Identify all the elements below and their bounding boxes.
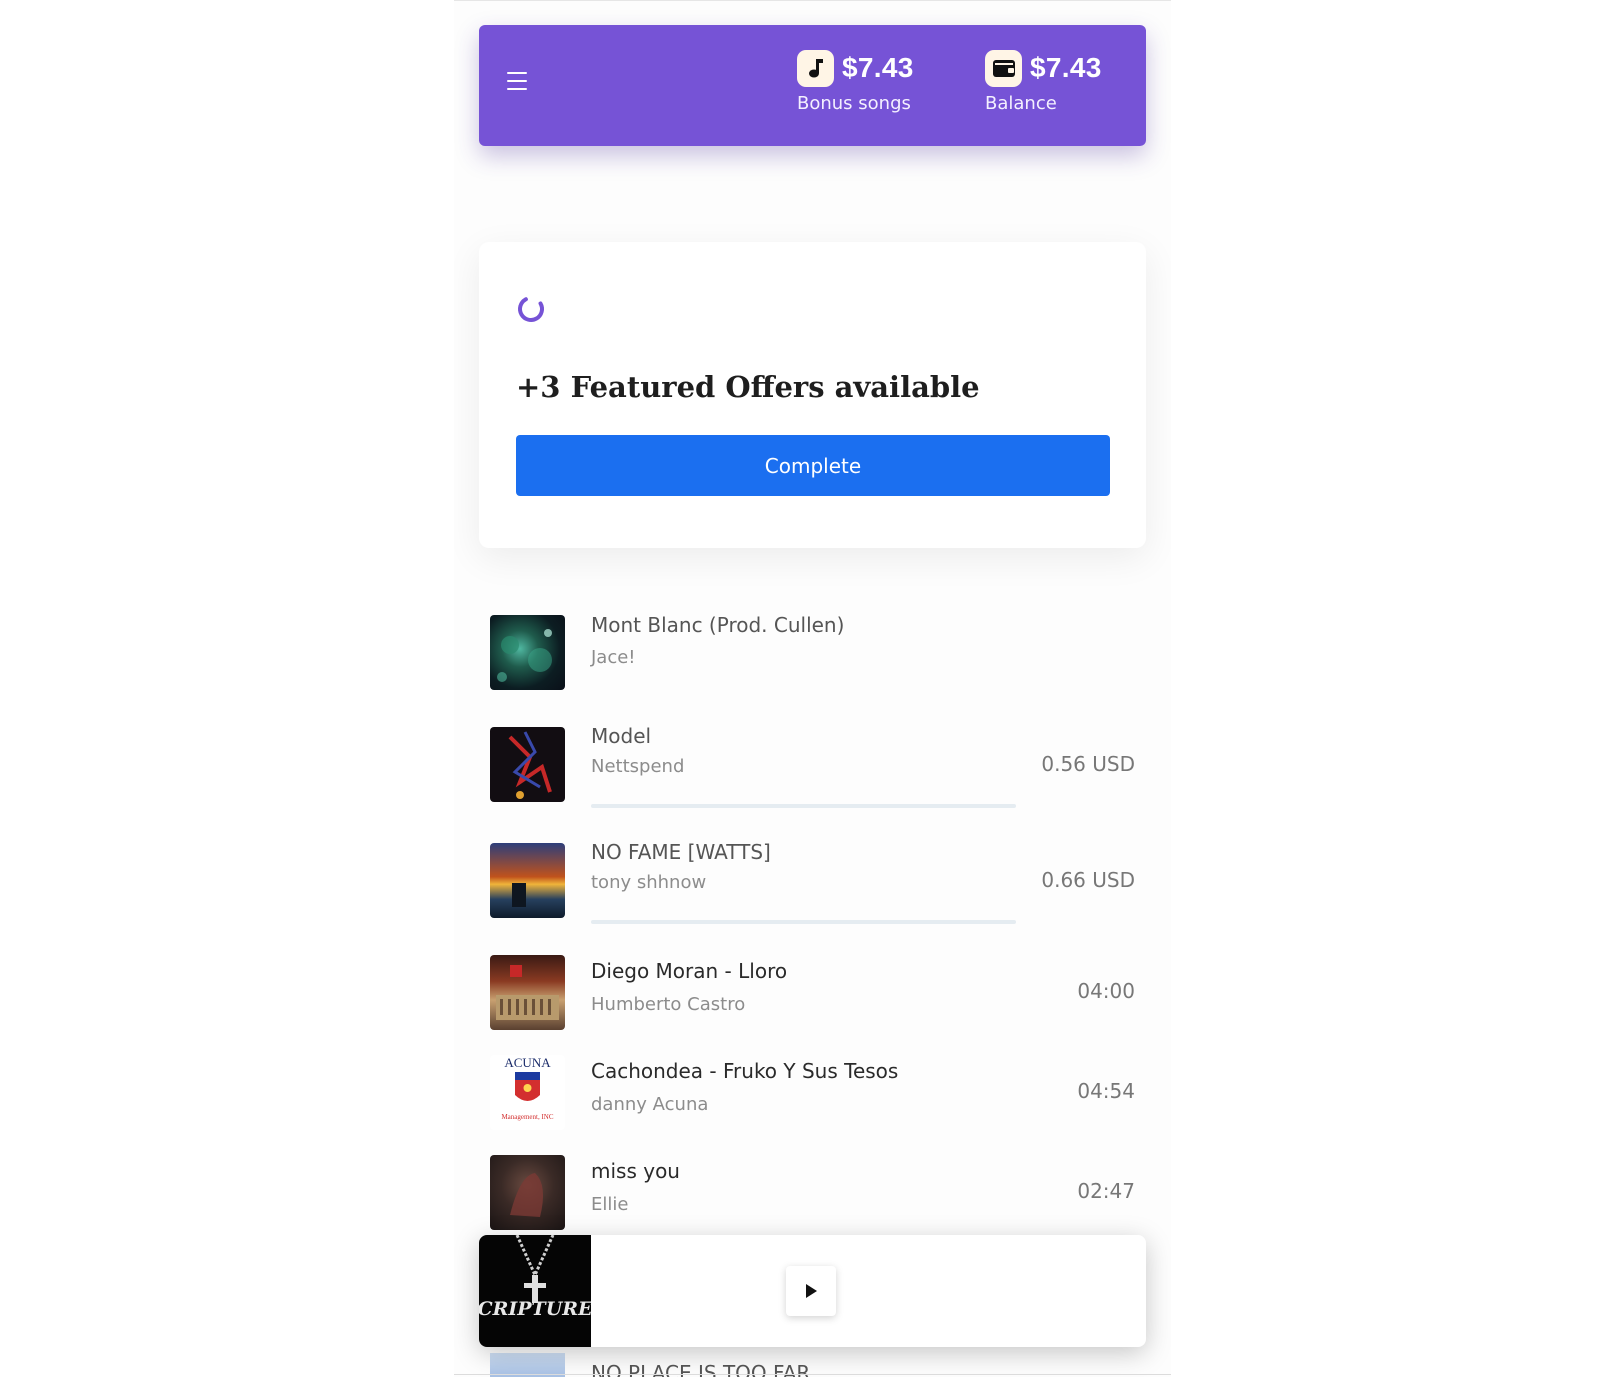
acuna-logo-bottom: Management, INC [501,1113,553,1121]
album-art [490,843,565,918]
song-artist: danny Acuna [591,1094,709,1115]
featured-offers-card: +3 Featured Offers available Complete [479,242,1146,548]
play-button[interactable] [786,1266,836,1316]
song-duration: 04:54 [1077,1079,1135,1103]
album-art [490,615,565,690]
album-art [490,727,565,802]
complete-button[interactable]: Complete [516,435,1110,496]
song-row[interactable]: Mont Blanc (Prod. Cullen) Jace! [490,613,1135,693]
album-art [490,1155,565,1230]
song-title: NO FAME [WATTS] [591,840,771,864]
song-title: Mont Blanc (Prod. Cullen) [591,613,845,637]
song-artist: tony shhnow [591,872,707,893]
song-price: 0.56 USD [1041,752,1135,776]
hamburger-menu-icon[interactable] [507,72,527,90]
song-row[interactable]: ACUNA Management, INC Cachondea - Fruko … [490,1055,1135,1135]
song-title: Cachondea - Fruko Y Sus Tesos [591,1059,899,1083]
song-title: Diego Moran - Lloro [591,959,788,983]
song-artist: Ellie [591,1194,629,1215]
play-icon [806,1284,817,1298]
song-row[interactable]: Diego Moran - Lloro Humberto Castro 04:0… [490,955,1135,1035]
song-price: 0.66 USD [1041,868,1135,892]
song-progress-bar [591,804,1016,808]
song-duration: 04:00 [1077,979,1135,1003]
balance-stat[interactable]: $7.43 Balance [985,49,1102,114]
song-artist: Humberto Castro [591,994,746,1015]
album-art: ACUNA Management, INC [490,1055,565,1130]
song-duration: 02:47 [1077,1179,1135,1203]
loading-spinner-icon [518,296,544,322]
bonus-label: Bonus songs [797,93,911,114]
app-screen: $7.43 Bonus songs $7.43 Balance +3 Featu… [454,0,1171,1377]
screen-border [454,1374,1171,1375]
song-progress-bar [591,920,1016,924]
song-title: Model [591,724,652,748]
wallet-icon [985,49,1022,87]
bonus-songs-stat[interactable]: $7.43 Bonus songs [797,49,914,114]
player-art-text: SCRIPTURES [479,1298,591,1320]
album-art [490,955,565,1030]
mini-player: SCRIPTURES [479,1235,1146,1347]
song-title: miss you [591,1159,680,1183]
offers-title: +3 Featured Offers available [516,370,980,404]
wallet-header: $7.43 Bonus songs $7.43 Balance [479,25,1146,146]
song-row[interactable]: miss you Ellie 02:47 [490,1155,1135,1235]
player-album-art: SCRIPTURES [479,1235,606,1347]
balance-amount: $7.43 [1030,52,1102,83]
song-row[interactable]: Model Nettspend 0.56 USD [490,724,1135,814]
song-artist: Nettspend [591,756,685,777]
music-note-icon [797,49,834,87]
bonus-amount: $7.43 [842,52,914,83]
acuna-logo-top: ACUNA [504,1055,551,1070]
balance-label: Balance [985,93,1057,114]
song-row[interactable]: NO FAME [WATTS] tony shhnow 0.66 USD [490,840,1135,930]
song-artist: Jace! [591,647,636,668]
